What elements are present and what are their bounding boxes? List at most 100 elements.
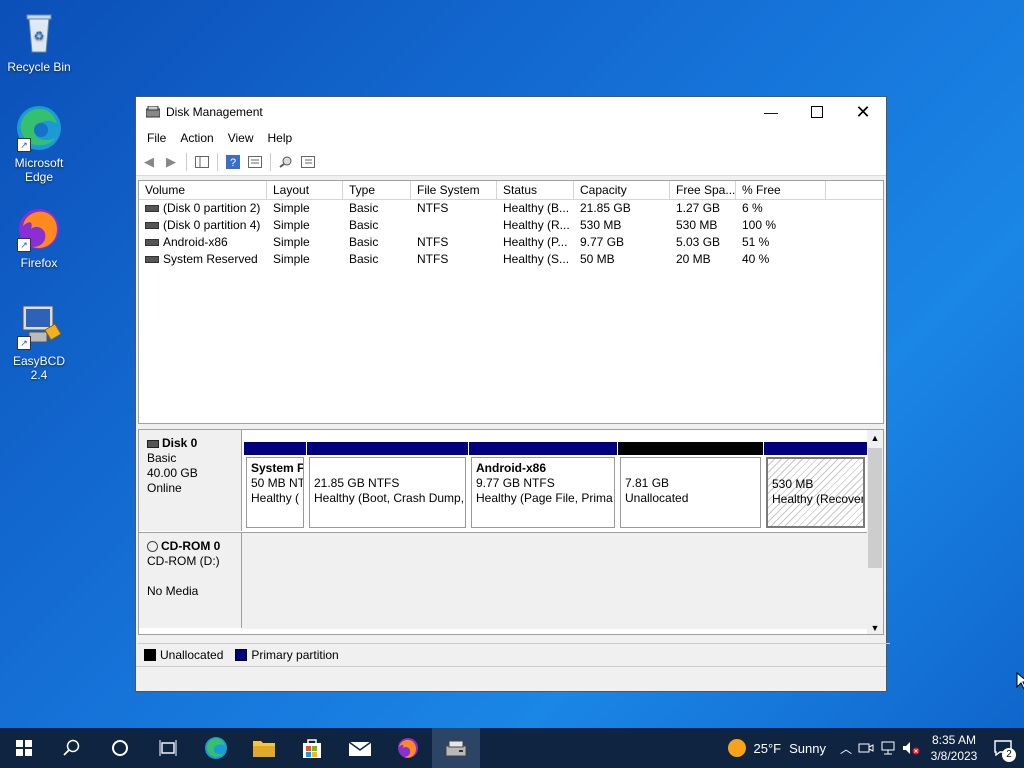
layout-cell: Simple — [273, 201, 310, 215]
partition-system-reserved[interactable]: System F 50 MB NT Healthy ( — [244, 442, 306, 530]
partition-box: 21.85 GB NTFS Healthy (Boot, Crash Dump, — [309, 457, 466, 528]
layout-cell: Simple — [273, 218, 310, 232]
table-row[interactable]: Android-x86 Simple Basic NTFS Healthy (P… — [139, 234, 883, 251]
toolbar-separator — [217, 153, 218, 171]
volume-muted-icon[interactable] — [902, 741, 920, 755]
taskbar-file-explorer[interactable] — [240, 728, 288, 768]
cortana-circle-icon — [112, 740, 128, 756]
menu-action[interactable]: Action — [173, 131, 220, 145]
scrollbar-thumb[interactable] — [868, 448, 882, 568]
partition-status: Healthy (Recover — [772, 492, 865, 506]
start-button[interactable] — [0, 728, 48, 768]
desktop-icon-recycle-bin[interactable]: ♻ Recycle Bin — [4, 8, 74, 74]
properties-button[interactable] — [246, 153, 264, 171]
table-row[interactable]: (Disk 0 partition 4) Simple Basic Health… — [139, 217, 883, 234]
action-center-button[interactable]: 2 — [988, 728, 1018, 768]
scroll-up-icon[interactable]: ▲ — [867, 430, 883, 446]
weather-widget[interactable]: 25°F Sunny — [727, 739, 826, 757]
desktop-icon-easybcd[interactable]: ↗ EasyBCD 2.4 — [4, 302, 74, 382]
task-view-button[interactable] — [144, 728, 192, 768]
minimize-button[interactable]: — — [748, 97, 794, 127]
partition-status: Healthy ( — [251, 491, 300, 505]
show-hidden-icons-chevron-icon[interactable]: ︿ — [840, 740, 852, 757]
column-header-capacity[interactable]: Capacity — [574, 181, 670, 199]
easybcd-icon: ↗ — [15, 302, 63, 350]
vertical-scrollbar[interactable]: ▲ ▼ — [867, 430, 883, 634]
cortana-button[interactable] — [96, 728, 144, 768]
type-cell: Basic — [349, 201, 379, 215]
desktop-icon-label: Firefox — [20, 256, 58, 270]
firefox-icon: ↗ — [15, 204, 63, 252]
partition-size: 50 MB NT — [251, 476, 304, 490]
column-header-status[interactable]: Status — [497, 181, 574, 199]
status-cell: Healthy (S... — [503, 252, 570, 266]
maximize-button[interactable] — [794, 97, 840, 127]
capacity-cell: 9.77 GB — [580, 235, 625, 249]
free-space-cell: 530 MB — [676, 218, 718, 232]
partition-unallocated[interactable]: 7.81 GB Unallocated — [618, 442, 763, 530]
svg-text:?: ? — [230, 157, 236, 169]
capacity-cell: 50 MB — [580, 252, 615, 266]
desktop-icon-label: Microsoft Edge — [14, 156, 64, 184]
clock[interactable]: 8:35 AM 3/8/2023 — [926, 732, 982, 764]
menu-file[interactable]: File — [140, 131, 173, 145]
rescan-button[interactable] — [277, 153, 295, 171]
task-view-icon — [159, 740, 177, 756]
taskbar-store[interactable] — [288, 728, 336, 768]
volume-name-cell: System Reserved — [139, 251, 267, 268]
edge-icon — [205, 737, 227, 759]
column-header-free-space[interactable]: Free Spa... — [670, 181, 736, 199]
volume-list: Volume Layout Type File System Status Ca… — [138, 180, 884, 424]
disk-graphical-view: Disk 0 Basic 40.00 GB Online System F 50… — [138, 429, 884, 635]
column-header-percent-free[interactable]: % Free — [736, 181, 826, 199]
taskbar-disk-management[interactable] — [432, 728, 480, 768]
taskbar-edge[interactable] — [192, 728, 240, 768]
partition-disk0-partition2[interactable]: 21.85 GB NTFS Healthy (Boot, Crash Dump, — [307, 442, 468, 530]
taskbar-firefox[interactable] — [384, 728, 432, 768]
desktop-icon-edge[interactable]: ↗ Microsoft Edge — [4, 104, 74, 184]
cdrom-drive: CD-ROM (D:) — [147, 554, 220, 568]
taskbar-mail[interactable] — [336, 728, 384, 768]
partition-bar — [618, 442, 763, 455]
close-button[interactable]: ✕ — [840, 97, 886, 127]
partition-name: System F — [251, 461, 304, 475]
cdrom-0-label[interactable]: CD-ROM 0 CD-ROM (D:) No Media — [139, 532, 242, 628]
volume-name-cell: Android-x86 — [139, 234, 267, 251]
column-header-file-system[interactable]: File System — [411, 181, 497, 199]
weather-text: Sunny — [789, 740, 826, 756]
settings-list-button[interactable] — [299, 153, 317, 171]
show-hide-console-tree-button[interactable] — [193, 153, 211, 171]
file-system-cell: NTFS — [417, 252, 449, 266]
back-arrow-icon: ◀ — [144, 154, 154, 169]
title-bar[interactable]: Disk Management — ✕ — [136, 97, 886, 127]
column-header-volume[interactable]: Volume — [139, 181, 267, 199]
volume-icon — [145, 256, 159, 264]
forward-button[interactable]: ▶ — [162, 153, 180, 171]
meet-now-icon[interactable] — [858, 741, 874, 755]
capacity-cell: 530 MB — [580, 218, 622, 232]
help-button[interactable]: ? — [224, 153, 242, 171]
table-row[interactable]: (Disk 0 partition 2) Simple Basic NTFS H… — [139, 200, 883, 217]
partition-recovery[interactable]: 530 MB Healthy (Recover — [764, 442, 867, 530]
cdrom-0-name: CD-ROM 0 — [147, 539, 233, 554]
desktop-icon-firefox[interactable]: ↗ Firefox — [4, 204, 74, 270]
table-row[interactable]: System Reserved Simple Basic NTFS Health… — [139, 251, 883, 268]
windows-logo-icon — [16, 740, 32, 756]
disk-0-label[interactable]: Disk 0 Basic 40.00 GB Online — [139, 430, 242, 531]
partition-name — [625, 461, 756, 476]
partition-status: Unallocated — [625, 491, 689, 505]
menu-help[interactable]: Help — [261, 131, 300, 145]
partition-android-x86[interactable]: Android-x86 9.77 GB NTFS Healthy (Page F… — [469, 442, 617, 530]
layout-cell: Simple — [273, 235, 310, 249]
column-header-layout[interactable]: Layout — [267, 181, 343, 199]
back-button[interactable]: ◀ — [140, 153, 158, 171]
network-icon[interactable] — [880, 741, 896, 755]
scroll-down-icon[interactable]: ▼ — [867, 620, 883, 634]
legend-primary: Primary partition — [251, 648, 339, 662]
search-button[interactable] — [48, 728, 96, 768]
help-icon: ? — [226, 155, 240, 169]
cdrom-0-area[interactable] — [242, 532, 869, 629]
column-header-type[interactable]: Type — [343, 181, 411, 199]
forward-arrow-icon: ▶ — [166, 154, 176, 169]
menu-view[interactable]: View — [221, 131, 261, 145]
